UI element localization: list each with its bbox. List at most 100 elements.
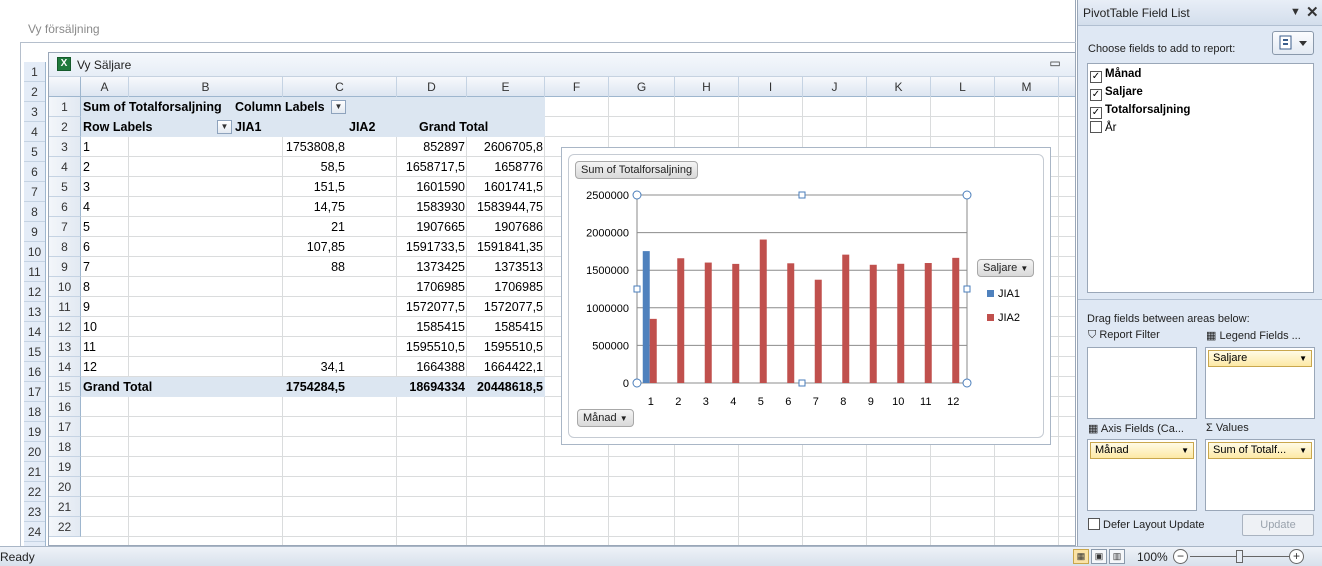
column-header[interactable]: K: [867, 77, 931, 97]
row-header[interactable]: 21: [49, 497, 81, 517]
column-header[interactable]: F: [545, 77, 609, 97]
pivot-cell-jia1[interactable]: 107,85: [233, 237, 347, 257]
field-item[interactable]: År: [1090, 119, 1117, 137]
column-header[interactable]: G: [609, 77, 675, 97]
pivot-cell-grand-total[interactable]: 1583944,75: [417, 197, 545, 217]
column-header[interactable]: I: [739, 77, 803, 97]
outer-row-header[interactable]: 1: [24, 62, 45, 82]
pivot-row-label[interactable]: 7: [81, 257, 221, 277]
column-labels-filter-button[interactable]: ▼: [331, 100, 346, 114]
row-header[interactable]: 22: [49, 517, 81, 537]
pivot-cell-jia1[interactable]: [233, 317, 347, 337]
pivot-col-jia2[interactable]: JIA2: [347, 117, 407, 137]
pivot-cell-jia1[interactable]: 34,1: [233, 357, 347, 377]
row-header[interactable]: 8: [49, 237, 81, 257]
page-layout-view-button[interactable]: ▣: [1091, 549, 1107, 564]
row-header[interactable]: 2: [49, 117, 81, 137]
row-header[interactable]: 7: [49, 217, 81, 237]
column-header[interactable]: M: [995, 77, 1059, 97]
legend-field-item[interactable]: Saljare ▼: [1208, 350, 1312, 367]
field-checkbox[interactable]: ✓: [1090, 71, 1102, 83]
normal-view-button[interactable]: ▦: [1073, 549, 1089, 564]
pivot-cell-grand-total[interactable]: 1706985: [417, 277, 545, 297]
grand-total-overall[interactable]: 20448618,5: [417, 377, 545, 397]
pivot-cell-jia1[interactable]: 151,5: [233, 177, 347, 197]
inner-window-titlebar[interactable]: X Vy Säljare ▭: [49, 53, 1075, 77]
row-header[interactable]: 3: [49, 137, 81, 157]
select-all-corner[interactable]: [49, 77, 81, 97]
column-header[interactable]: D: [397, 77, 467, 97]
axis-field-item[interactable]: Månad ▼: [1090, 442, 1194, 459]
pivot-cell-jia1[interactable]: 21: [233, 217, 347, 237]
pivot-cell-grand-total[interactable]: 1601741,5: [417, 177, 545, 197]
defer-layout-update[interactable]: Defer Layout Update: [1088, 518, 1205, 531]
row-header[interactable]: 9: [49, 257, 81, 277]
zoom-level[interactable]: 100%: [1137, 550, 1168, 564]
page-break-view-button[interactable]: ▥: [1109, 549, 1125, 564]
values-area[interactable]: Sum of Totalf... ▼: [1205, 439, 1315, 511]
row-header[interactable]: 15: [49, 377, 81, 397]
pivot-row-label[interactable]: 5: [81, 217, 221, 237]
pivot-cell-grand-total[interactable]: 1907686: [417, 217, 545, 237]
pivot-cell-grand-total[interactable]: 1572077,5: [417, 297, 545, 317]
outer-row-header[interactable]: 9: [24, 222, 45, 242]
outer-row-header[interactable]: 3: [24, 102, 45, 122]
row-header[interactable]: 17: [49, 417, 81, 437]
worksheet-grid[interactable]: ABCDEFGHIJKLM 1 2 3 4 5 6 7 8 9 10 11 12 13 14 15 16 17 1…: [49, 77, 1075, 545]
grand-total-label[interactable]: Grand Total: [81, 377, 221, 397]
panel-splitter[interactable]: [1078, 299, 1322, 302]
outer-row-header[interactable]: 2: [24, 82, 45, 102]
column-header[interactable]: E: [467, 77, 545, 97]
zoom-out-button[interactable]: −: [1173, 549, 1188, 564]
row-header[interactable]: 16: [49, 397, 81, 417]
outer-row-header[interactable]: 18: [24, 402, 45, 422]
row-header[interactable]: 18: [49, 437, 81, 457]
row-header[interactable]: 5: [49, 177, 81, 197]
row-header[interactable]: 11: [49, 297, 81, 317]
outer-row-header[interactable]: 15: [24, 342, 45, 362]
legend-fields-area[interactable]: Saljare ▼: [1205, 347, 1315, 419]
row-labels-filter-button[interactable]: ▼: [217, 120, 232, 134]
pivot-row-label[interactable]: 12: [81, 357, 221, 377]
pivot-row-label[interactable]: 9: [81, 297, 221, 317]
field-item[interactable]: ✓ Saljare: [1090, 83, 1143, 101]
axis-field-button[interactable]: Månad ▼: [577, 409, 634, 427]
outer-row-header[interactable]: 22: [24, 482, 45, 502]
row-header[interactable]: 10: [49, 277, 81, 297]
pivot-cell-grand-total[interactable]: 1585415: [417, 317, 545, 337]
row-header[interactable]: 1: [49, 97, 81, 117]
row-header[interactable]: 6: [49, 197, 81, 217]
values-field-item[interactable]: Sum of Totalf... ▼: [1208, 442, 1312, 459]
outer-row-header[interactable]: 16: [24, 362, 45, 382]
row-header[interactable]: 20: [49, 477, 81, 497]
pivot-cell-grand-total[interactable]: 2606705,8: [417, 137, 545, 157]
row-header[interactable]: 4: [49, 157, 81, 177]
outer-row-header[interactable]: 5: [24, 142, 45, 162]
row-header[interactable]: 12: [49, 317, 81, 337]
update-button[interactable]: Update: [1242, 514, 1314, 536]
pivot-col-jia1[interactable]: JIA1: [233, 117, 293, 137]
pivot-cell-grand-total[interactable]: 1591841,35: [417, 237, 545, 257]
pivot-cell-jia1[interactable]: [233, 277, 347, 297]
chevron-down-icon[interactable]: ▼: [1290, 6, 1301, 18]
grand-total-jia1[interactable]: 1754284,5: [233, 377, 347, 397]
pivot-cell-jia1[interactable]: 58,5: [233, 157, 347, 177]
pivot-column-labels[interactable]: Column Labels: [233, 97, 333, 117]
pivot-cell-grand-total[interactable]: 1664422,1: [417, 357, 545, 377]
pivot-chart[interactable]: Sum of Totalforsaljning 0 500000 1000000 15…: [561, 147, 1051, 445]
pivot-cell-jia1[interactable]: 88: [233, 257, 347, 277]
column-header[interactable]: L: [931, 77, 995, 97]
defer-checkbox[interactable]: [1088, 518, 1100, 530]
outer-row-header[interactable]: 10: [24, 242, 45, 262]
outer-row-header[interactable]: 19: [24, 422, 45, 442]
pivot-cell-jia1[interactable]: 14,75: [233, 197, 347, 217]
zoom-in-button[interactable]: +: [1289, 549, 1304, 564]
outer-row-header[interactable]: 4: [24, 122, 45, 142]
pivot-row-label[interactable]: 8: [81, 277, 221, 297]
column-header[interactable]: H: [675, 77, 739, 97]
pivot-cell-jia1[interactable]: 1753808,8: [233, 137, 347, 157]
field-item[interactable]: ✓ Månad: [1090, 65, 1141, 83]
outer-row-header[interactable]: 17: [24, 382, 45, 402]
pivot-row-label[interactable]: 4: [81, 197, 221, 217]
outer-row-header[interactable]: 24: [24, 522, 45, 542]
